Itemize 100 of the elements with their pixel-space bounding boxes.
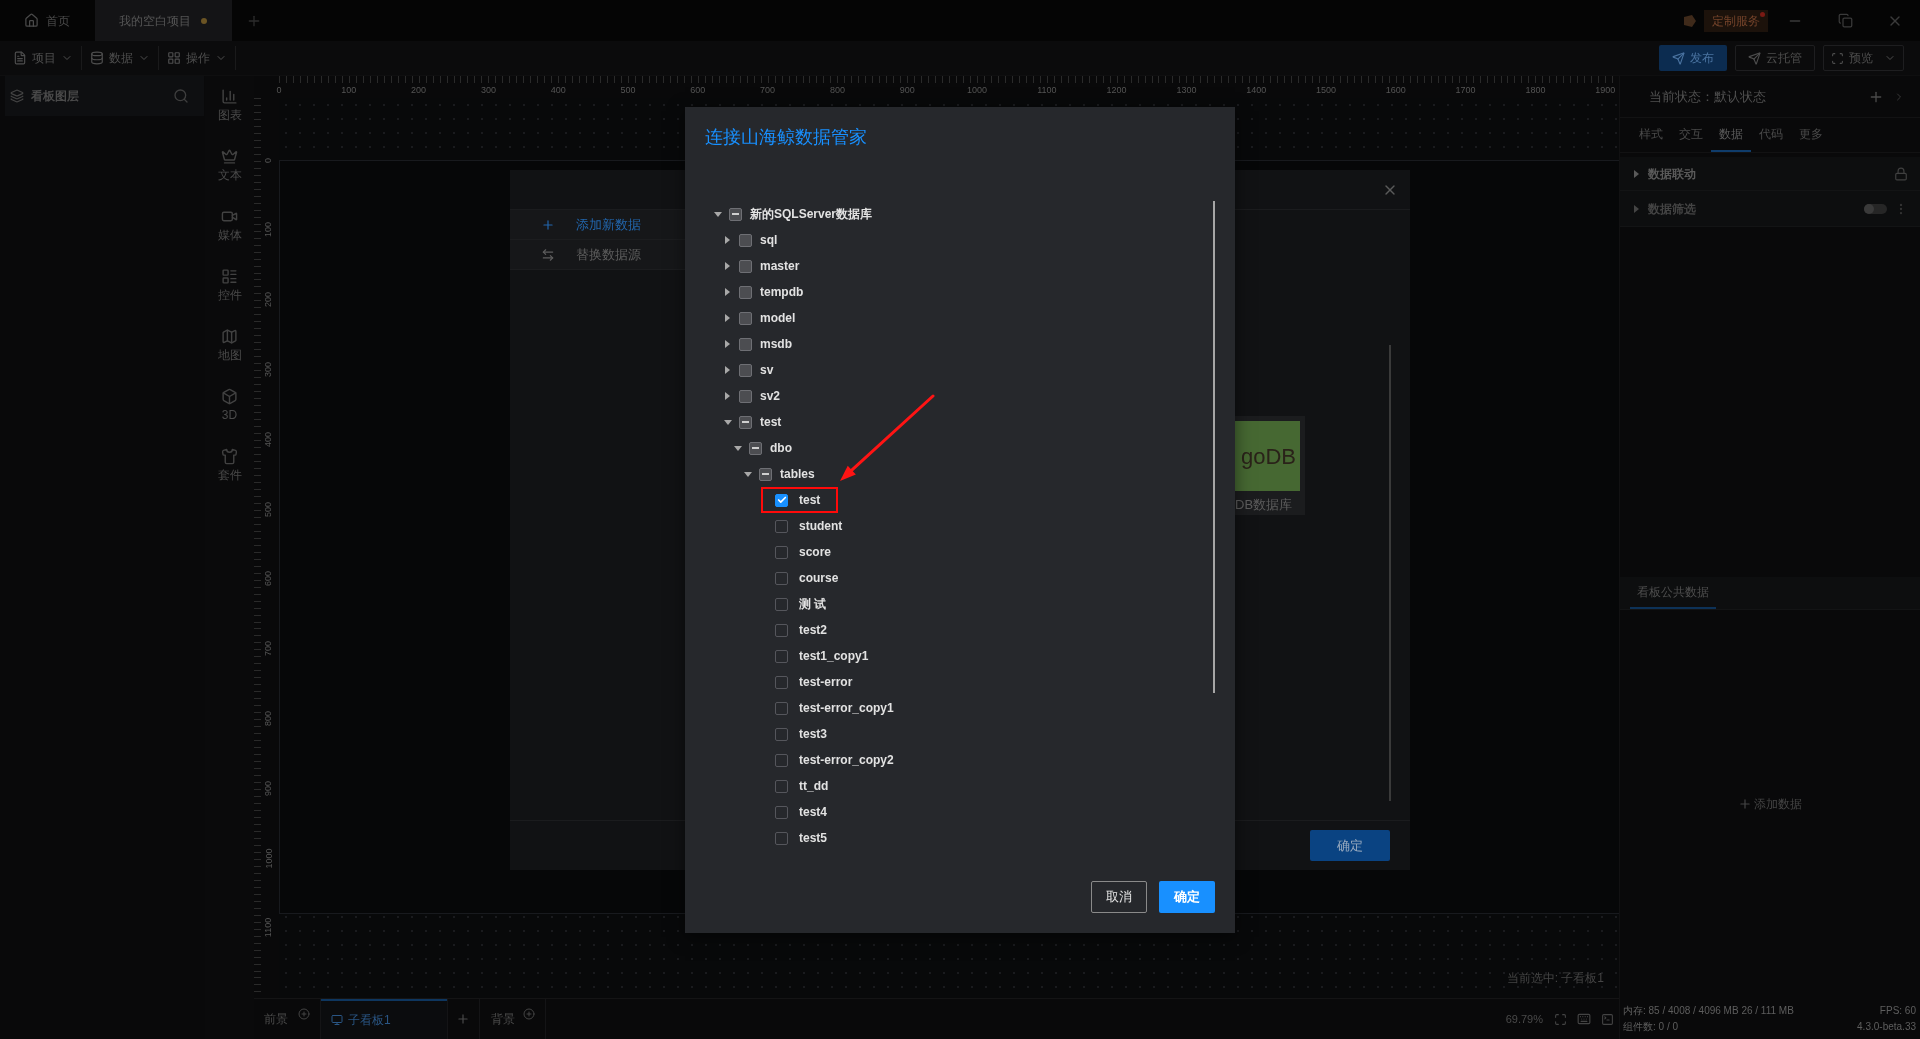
file-icon <box>13 51 27 65</box>
dash-icon <box>742 421 749 423</box>
cube-icon <box>221 388 238 405</box>
section-header[interactable]: 数据联动 <box>1620 157 1920 191</box>
dash-icon <box>762 473 769 475</box>
ruler-label: 300 <box>480 85 496 96</box>
layers-icon <box>10 89 24 103</box>
publish-button[interactable]: 发布 <box>1659 45 1727 71</box>
expand-icon <box>1831 51 1844 65</box>
ruler-label: 600 <box>690 85 706 96</box>
ruler-label: 700 <box>263 641 275 657</box>
ruler-label: 100 <box>341 85 357 96</box>
ruler-label: 500 <box>620 85 636 96</box>
search-icon[interactable] <box>173 88 189 104</box>
ruler-label: 1000 <box>967 85 987 96</box>
tab[interactable]: 我的空白项目 <box>95 0 232 41</box>
component-category[interactable]: 地图 <box>205 316 254 376</box>
ruler-label: 500 <box>263 501 275 517</box>
ruler-label: 1700 <box>1455 85 1476 96</box>
swap-icon <box>541 247 555 262</box>
tab[interactable]: 交互 <box>1671 118 1711 152</box>
fps-counter: FPS: 60 <box>1879 1004 1916 1017</box>
restore-icon[interactable] <box>1837 13 1853 28</box>
current-state-label: 当前状态：默认状态 <box>1649 87 1766 106</box>
tab[interactable]: 首页 <box>0 0 95 41</box>
component-category[interactable]: 文本 <box>205 136 254 196</box>
caret-right-icon[interactable] <box>1634 169 1639 178</box>
tab[interactable]: 代码 <box>1751 118 1791 152</box>
send-icon <box>1748 51 1761 65</box>
cancel-button[interactable]: 取消 <box>1091 881 1147 913</box>
lock-icon[interactable] <box>1894 166 1908 181</box>
plus-icon[interactable] <box>456 1012 470 1026</box>
confirm-button[interactable]: 确定 <box>1159 881 1215 913</box>
ruler-label: 1800 <box>1525 85 1546 96</box>
ruler-label: 900 <box>263 780 275 796</box>
ruler-label: 900 <box>899 85 915 96</box>
database-icon <box>90 51 104 65</box>
check-icon <box>776 495 787 505</box>
terminal-icon[interactable] <box>1601 1012 1614 1026</box>
ruler-label: 1400 <box>1246 85 1267 96</box>
layer-label: 背景 <box>491 1011 515 1028</box>
version-label: 4.3.0-beta.33 <box>1857 1020 1916 1033</box>
ruler-label: 1100 <box>1037 85 1057 96</box>
monitor-icon <box>331 1014 343 1026</box>
ruler-label: 800 <box>829 85 845 96</box>
keyboard-icon[interactable] <box>1577 1012 1591 1026</box>
tab[interactable]: 子看板1 <box>321 999 447 1039</box>
cloud-hosting-button[interactable]: 云托管 <box>1735 45 1815 71</box>
custom-service-button[interactable]: 定制服务 <box>1704 9 1768 32</box>
fit-screen-icon[interactable] <box>1554 1012 1567 1026</box>
ruler-label: 1600 <box>1385 85 1406 96</box>
map-icon <box>221 328 238 345</box>
ruler-label: 400 <box>263 431 275 447</box>
list-icon <box>221 268 238 285</box>
memory-usage: 内存: 85 / 4008 / 4096 MB 26 / 111 MB <box>1623 1004 1794 1017</box>
ruler-label: 1100 <box>263 918 275 938</box>
component-category[interactable]: 套件 <box>205 436 254 496</box>
dash-icon <box>752 447 759 449</box>
plus-icon <box>1738 797 1752 811</box>
add-circle-icon[interactable] <box>298 1008 310 1020</box>
home-icon <box>24 13 39 28</box>
confirm-button[interactable]: 确定 <box>1310 830 1390 861</box>
tab[interactable]: 数据 <box>1711 118 1751 152</box>
panel-title: 看板图层 <box>31 88 79 105</box>
grid-icon <box>167 51 181 65</box>
ruler-label: 200 <box>411 85 427 96</box>
component-category[interactable]: 媒体 <box>205 196 254 256</box>
layer-label: 前景 <box>264 1011 288 1028</box>
add-circle-icon[interactable] <box>523 1008 535 1020</box>
shirt-icon <box>221 448 238 465</box>
ruler-label: 0 <box>263 157 275 163</box>
ruler-label: 800 <box>263 710 275 726</box>
ruler-label: 700 <box>760 85 776 96</box>
bar-chart-icon <box>221 88 238 105</box>
ruler-label: 600 <box>263 571 275 587</box>
ruler-label: 0 <box>276 85 282 96</box>
plus-icon <box>541 217 555 232</box>
logo: goDB <box>1235 421 1300 491</box>
menu-button[interactable]: 数据 <box>82 46 158 70</box>
component-category[interactable]: 3D <box>205 376 254 436</box>
tab[interactable]: 样式 <box>1631 118 1671 152</box>
crown-icon <box>221 148 238 165</box>
zoom-level: 69.79% <box>1505 1011 1543 1027</box>
ruler-label: 1000 <box>263 848 275 868</box>
tab[interactable]: 更多 <box>1791 118 1831 152</box>
ruler-label: 1500 <box>1316 85 1336 96</box>
ruler-label: 300 <box>263 361 275 377</box>
component-category[interactable]: 图表 <box>205 76 254 136</box>
component-category[interactable]: 控件 <box>205 256 254 316</box>
toggle-switch[interactable] <box>1864 203 1887 214</box>
ruler-label: 1300 <box>1176 85 1197 96</box>
menu-button[interactable]: 操作 <box>159 46 235 70</box>
dash-icon <box>732 213 739 215</box>
menu-button[interactable]: 项目 <box>5 46 81 70</box>
ruler-label: 200 <box>263 292 275 308</box>
ruler-label: 400 <box>550 85 566 96</box>
preview-button[interactable]: 预览 <box>1823 45 1904 71</box>
component-count: 组件数: 0 / 0 <box>1623 1020 1678 1033</box>
ruler-label: 100 <box>263 222 275 238</box>
ruler-label: 1200 <box>1106 85 1127 96</box>
